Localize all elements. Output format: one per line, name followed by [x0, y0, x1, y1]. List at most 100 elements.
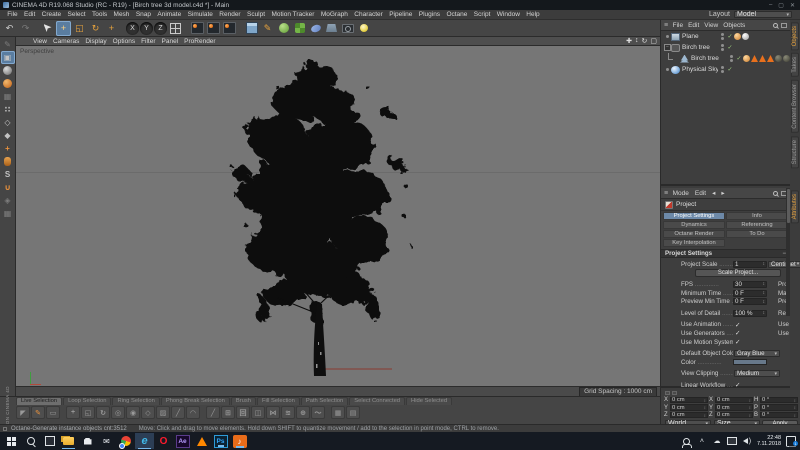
- Plane[interactable]: Plane ✓: [661, 31, 790, 42]
- model-mode-icon[interactable]: ▣: [1, 51, 15, 64]
- loop-select-icon[interactable]: ◎: [111, 406, 125, 419]
- edit-render-settings-icon[interactable]: [222, 21, 237, 36]
- phong-tag[interactable]: [743, 55, 750, 62]
- menu-item[interactable]: Edit: [21, 11, 39, 18]
- field-value[interactable]: 100 %↕: [733, 310, 767, 317]
- mail-icon[interactable]: ✉: [97, 433, 116, 449]
- ring-select-icon[interactable]: ◉: [126, 406, 140, 419]
- start-button[interactable]: [2, 433, 21, 449]
- arrow-tool-icon[interactable]: ◤: [16, 406, 30, 419]
- position-field[interactable]: 0 cm↕: [670, 404, 708, 411]
- path-select-icon[interactable]: ╱: [171, 406, 185, 419]
- enable-axis-icon[interactable]: +: [1, 142, 15, 155]
- after-effects-icon[interactable]: Ae: [176, 435, 190, 448]
- menu-item[interactable]: Mesh: [110, 11, 132, 18]
- light-object-icon[interactable]: [356, 21, 371, 36]
- menu-item[interactable]: Help: [523, 11, 543, 18]
- onedrive-cloud-icon[interactable]: ☁: [712, 435, 722, 447]
- rotate-tool-icon[interactable]: ↻: [88, 21, 103, 36]
- task-view-button[interactable]: [40, 433, 59, 449]
- separator[interactable]: [238, 21, 243, 36]
- tool-palette-tab[interactable]: Ring Selection: [112, 397, 159, 405]
- deformer-icon[interactable]: [308, 21, 323, 36]
- spinner-icon[interactable]: ↕: [763, 281, 766, 287]
- tool-palette-tab[interactable]: Phong Break Selection: [161, 397, 230, 405]
- size-field[interactable]: 0 cm↕: [715, 412, 753, 419]
- history-forward-icon[interactable]: ▸: [719, 189, 727, 197]
- rotate-icon[interactable]: ↻: [96, 406, 110, 419]
- viewport-menu-item[interactable]: Filter: [138, 38, 158, 45]
- move-tool-icon[interactable]: +: [56, 21, 71, 36]
- viewport-menu-item[interactable]: Display: [82, 38, 109, 45]
- inner-extrude-icon[interactable]: 回: [236, 406, 250, 419]
- y-axis-lock-icon[interactable]: Y: [140, 22, 153, 35]
- outline-select-icon[interactable]: ◇: [141, 406, 155, 419]
- visibility-toggles[interactable]: [727, 55, 735, 62]
- visibility-toggles[interactable]: [718, 44, 726, 51]
- expand-toggle-icon[interactable]: [664, 44, 671, 51]
- scale-icon[interactable]: ◱: [81, 406, 95, 419]
- zoom-view-icon[interactable]: ↕: [635, 37, 639, 45]
- separator[interactable]: [184, 21, 189, 36]
- bevel-icon[interactable]: ◫: [251, 406, 265, 419]
- bridge-icon[interactable]: ⋈: [266, 406, 280, 419]
- undo-icon[interactable]: ↶: [2, 21, 17, 36]
- camera-object-icon[interactable]: [340, 21, 355, 36]
- field-value[interactable]: 30↕: [733, 281, 767, 288]
- filter-icon[interactable]: [781, 23, 787, 28]
- music-app-icon[interactable]: ♪: [233, 435, 247, 448]
- field-checkbox[interactable]: ✓: [735, 338, 745, 346]
- status-checkbox[interactable]: [3, 427, 7, 431]
- redo-icon[interactable]: ↷: [18, 21, 33, 36]
- fill-select-icon[interactable]: ▨: [156, 406, 170, 419]
- points-mode-icon[interactable]: ∷: [1, 103, 15, 116]
- visibility-toggles[interactable]: [718, 66, 726, 73]
- size-field[interactable]: 0 cm↕: [715, 404, 753, 411]
- tri-tag[interactable]: [759, 55, 766, 62]
- optimize-icon[interactable]: ▤: [346, 406, 360, 419]
- field-checkbox[interactable]: ✓: [735, 381, 745, 389]
- tool-palette-tab[interactable]: Brush: [231, 397, 256, 405]
- phong-tag[interactable]: [734, 33, 741, 40]
- menu-item[interactable]: Create: [38, 11, 64, 18]
- edges-mode-icon[interactable]: ◇: [1, 116, 15, 129]
- attribute-tab[interactable]: To Do: [726, 230, 788, 238]
- tray-expand-icon[interactable]: ˄: [697, 435, 707, 447]
- move-icon[interactable]: +: [66, 406, 80, 419]
- x-axis-lock-icon[interactable]: X: [126, 22, 139, 35]
- Birch tree[interactable]: Birch tree ✓: [661, 42, 790, 53]
- object-manager-menu-item[interactable]: File: [670, 22, 685, 29]
- color-swatch[interactable]: [733, 359, 767, 365]
- phong-break-icon[interactable]: ◠: [186, 406, 200, 419]
- floor-object-icon[interactable]: [324, 21, 339, 36]
- solo-mode-icon[interactable]: S: [1, 168, 15, 181]
- separator[interactable]: [120, 21, 125, 36]
- tool-palette-tab[interactable]: Select Connected: [349, 397, 405, 405]
- photoshop-icon[interactable]: Ps: [214, 435, 228, 448]
- spline-pen-icon[interactable]: ✎: [260, 21, 275, 36]
- camera-view-label[interactable]: Perspective: [20, 48, 54, 55]
- workplane-mode-icon[interactable]: ▦: [1, 90, 15, 103]
- manager-tab[interactable]: Objects: [791, 22, 799, 50]
- rotation-field[interactable]: 0 °↕: [760, 404, 798, 411]
- primitive-cube-icon[interactable]: [244, 21, 259, 36]
- edit-menu[interactable]: Edit: [692, 190, 708, 197]
- subdivide-icon[interactable]: ▦: [331, 406, 345, 419]
- birch-tree-model[interactable]: [16, 46, 660, 386]
- field-dropdown[interactable]: Gray Blue▾: [734, 350, 780, 357]
- search-icon[interactable]: [773, 191, 778, 196]
- network-icon[interactable]: [727, 435, 737, 447]
- render-view-icon[interactable]: [190, 21, 205, 36]
- tool-palette-tab[interactable]: Path Selection: [301, 397, 348, 405]
- visibility-toggles[interactable]: [718, 33, 726, 40]
- tool-palette-tab[interactable]: Hide Selected: [406, 397, 452, 405]
- clock[interactable]: 22:48 7.11.2018: [757, 435, 781, 448]
- attribute-tab[interactable]: Dynamics: [663, 221, 725, 229]
- viewport[interactable]: Perspective: [16, 46, 660, 386]
- field-value[interactable]: 1↕: [733, 261, 767, 268]
- enabled-check-icon[interactable]: ✓: [726, 44, 734, 51]
- subdivision-surface-icon[interactable]: [276, 21, 291, 36]
- object-manager-menu-item[interactable]: Edit: [686, 22, 702, 29]
- stitch-icon[interactable]: ≋: [281, 406, 295, 419]
- scale-tool-icon[interactable]: ◱: [72, 21, 87, 36]
